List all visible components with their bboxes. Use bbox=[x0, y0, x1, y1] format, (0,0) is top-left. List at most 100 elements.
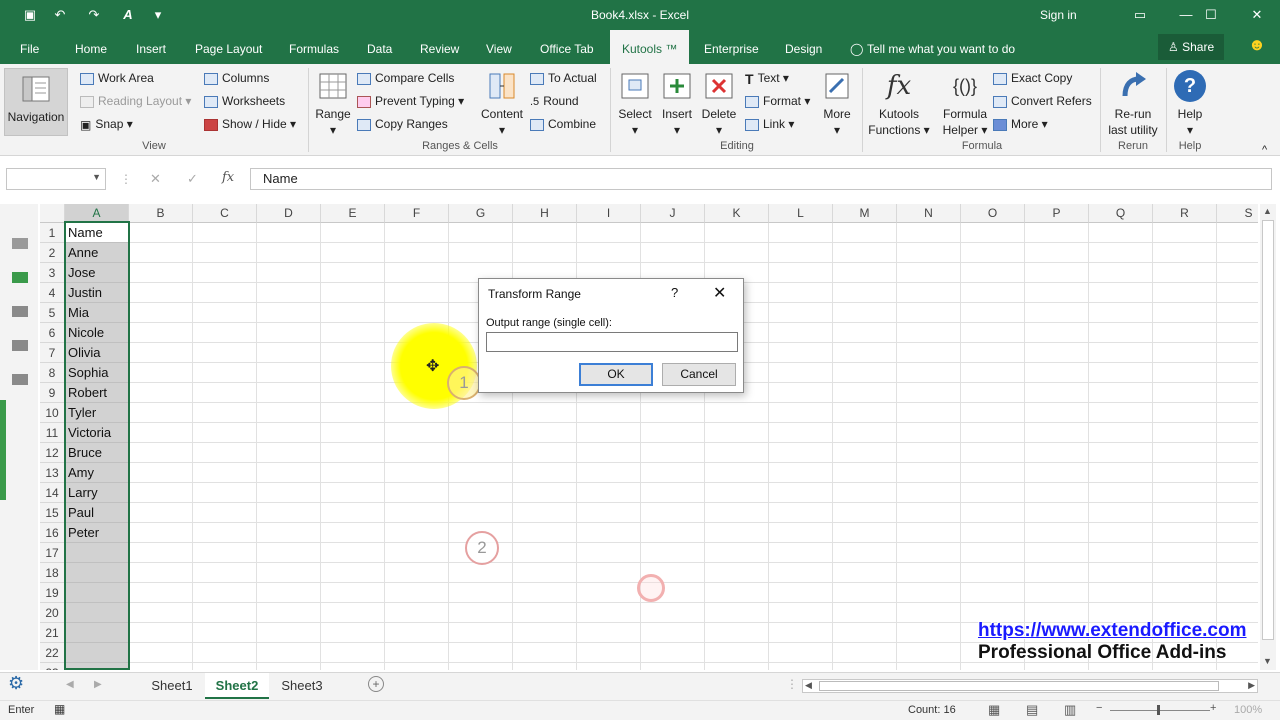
confirm-entry-icon[interactable]: ✓ bbox=[187, 171, 198, 187]
text-button[interactable]: T Text ▾ bbox=[745, 70, 789, 87]
column-header-m[interactable]: M bbox=[833, 204, 897, 223]
share-button[interactable]: ♙ Share bbox=[1158, 34, 1225, 60]
row-header[interactable]: 21 bbox=[40, 623, 65, 643]
restore-button[interactable]: ☐ bbox=[1188, 0, 1234, 30]
zoom-out-icon[interactable]: − bbox=[1096, 702, 1102, 714]
rerun-button[interactable]: Re-run last utility bbox=[1104, 70, 1162, 138]
tab-page-layout[interactable]: Page Layout bbox=[195, 30, 262, 64]
ok-button[interactable]: OK bbox=[579, 363, 653, 386]
page-break-view-icon[interactable]: ▥ bbox=[1064, 702, 1076, 718]
column-header-q[interactable]: Q bbox=[1089, 204, 1153, 223]
column-header-r[interactable]: R bbox=[1153, 204, 1217, 223]
ribbon-display-icon[interactable]: ▭ bbox=[1117, 0, 1163, 30]
cell-a4[interactable]: Justin bbox=[65, 283, 129, 303]
sheet-tab-sheet1[interactable]: Sheet1 bbox=[142, 673, 202, 699]
sign-in-link[interactable]: Sign in bbox=[1040, 0, 1077, 30]
tab-enterprise[interactable]: Enterprise bbox=[704, 30, 759, 64]
column-header-g[interactable]: G bbox=[449, 204, 513, 223]
row-header[interactable]: 9 bbox=[40, 383, 65, 403]
columns-button[interactable]: Columns bbox=[204, 70, 269, 86]
tab-data[interactable]: Data bbox=[367, 30, 392, 64]
round-button[interactable]: .5 Round bbox=[530, 93, 579, 110]
row-header[interactable]: 1 bbox=[40, 223, 65, 243]
side-pane-toggle[interactable] bbox=[0, 400, 6, 500]
link-button[interactable]: Link ▾ bbox=[745, 116, 794, 132]
tab-home[interactable]: Home bbox=[75, 30, 107, 64]
cell-a6[interactable]: Nicole bbox=[65, 323, 129, 343]
select-button[interactable]: Select ▾ bbox=[616, 70, 654, 138]
macro-record-icon[interactable]: ▦ bbox=[54, 702, 65, 716]
column-header-p[interactable]: P bbox=[1025, 204, 1089, 223]
exact-copy-button[interactable]: Exact Copy bbox=[993, 70, 1072, 86]
row-header[interactable]: 11 bbox=[40, 423, 65, 443]
tab-formulas[interactable]: Formulas bbox=[289, 30, 339, 64]
cell-a18[interactable] bbox=[65, 563, 129, 583]
format-button[interactable]: Format ▾ bbox=[745, 93, 810, 109]
zoom-slider[interactable] bbox=[1110, 710, 1210, 711]
column-header-o[interactable]: O bbox=[961, 204, 1025, 223]
range-button[interactable]: Range ▾ bbox=[314, 70, 352, 138]
zoom-in-icon[interactable]: + bbox=[1210, 702, 1216, 714]
row-header[interactable]: 5 bbox=[40, 303, 65, 323]
cell-a20[interactable] bbox=[65, 603, 129, 623]
worksheet-pane-icon[interactable] bbox=[12, 272, 28, 283]
vertical-scrollbar[interactable]: ▲ ▼ bbox=[1260, 204, 1276, 670]
row-header[interactable]: 20 bbox=[40, 603, 65, 623]
cell-a21[interactable] bbox=[65, 623, 129, 643]
smiley-icon[interactable]: ☻ bbox=[1248, 34, 1266, 58]
new-sheet-icon[interactable]: + bbox=[368, 676, 384, 692]
dialog-help-icon[interactable]: ? bbox=[671, 285, 678, 300]
tab-office-tab[interactable]: Office Tab bbox=[540, 30, 594, 64]
row-header[interactable]: 6 bbox=[40, 323, 65, 343]
row-header[interactable]: 13 bbox=[40, 463, 65, 483]
row-header[interactable]: 15 bbox=[40, 503, 65, 523]
cell-a16[interactable]: Peter bbox=[65, 523, 129, 543]
row-header[interactable]: 16 bbox=[40, 523, 65, 543]
scroll-up-icon[interactable]: ▲ bbox=[1263, 206, 1272, 216]
column-header-e[interactable]: E bbox=[321, 204, 385, 223]
row-header[interactable]: 2 bbox=[40, 243, 65, 263]
cell-a3[interactable]: Jose bbox=[65, 263, 129, 283]
column-header-h[interactable]: H bbox=[513, 204, 577, 223]
row-header[interactable]: 22 bbox=[40, 643, 65, 663]
scroll-right-icon[interactable]: ▶ bbox=[1248, 680, 1255, 691]
row-header[interactable]: 17 bbox=[40, 543, 65, 563]
horizontal-scroll-thumb[interactable] bbox=[819, 681, 1219, 691]
kutools-functions-button[interactable]: fx Kutools Functions ▾ bbox=[866, 70, 932, 138]
worksheets-button[interactable]: Worksheets bbox=[204, 93, 285, 109]
cell-a11[interactable]: Victoria bbox=[65, 423, 129, 443]
cell-a14[interactable]: Larry bbox=[65, 483, 129, 503]
cell-a15[interactable]: Paul bbox=[65, 503, 129, 523]
tab-kutools[interactable]: Kutools ™ bbox=[610, 30, 690, 64]
name-box-dropdown-icon[interactable]: ▼ bbox=[92, 172, 101, 182]
sheet-tab-sheet3[interactable]: Sheet3 bbox=[272, 673, 332, 699]
row-header[interactable]: 12 bbox=[40, 443, 65, 463]
column-header-b[interactable]: B bbox=[129, 204, 193, 223]
normal-view-icon[interactable]: ▦ bbox=[988, 702, 1000, 718]
scroll-sheets-left-icon[interactable]: ◀ bbox=[66, 679, 74, 690]
settings-gear-icon[interactable]: ⚙ bbox=[8, 673, 24, 694]
compare-cells-button[interactable]: Compare Cells bbox=[357, 70, 454, 86]
insert-function-icon[interactable]: fx bbox=[222, 170, 234, 185]
row-header[interactable]: 8 bbox=[40, 363, 65, 383]
dialog-close-icon[interactable]: ✕ bbox=[713, 283, 726, 303]
vertical-scroll-thumb[interactable] bbox=[1262, 220, 1274, 640]
tab-view[interactable]: View bbox=[486, 30, 512, 64]
collapse-ribbon-icon[interactable]: ^ bbox=[1262, 142, 1267, 158]
zoom-slider-thumb[interactable] bbox=[1157, 705, 1160, 715]
column-header-j[interactable]: J bbox=[641, 204, 705, 223]
horizontal-scrollbar[interactable]: ◀ ▶ bbox=[802, 679, 1258, 693]
row-header[interactable]: 7 bbox=[40, 343, 65, 363]
tab-insert[interactable]: Insert bbox=[136, 30, 166, 64]
row-header[interactable]: 10 bbox=[40, 403, 65, 423]
help-button[interactable]: ? Help ▾ bbox=[1170, 70, 1210, 138]
tab-review[interactable]: Review bbox=[420, 30, 459, 64]
show-hide-button[interactable]: Show / Hide ▾ bbox=[204, 116, 296, 132]
cell-a22[interactable] bbox=[65, 643, 129, 663]
zoom-level[interactable]: 100% bbox=[1234, 704, 1262, 716]
content-button[interactable]: Content ▾ bbox=[478, 70, 526, 138]
cancel-button[interactable]: Cancel bbox=[662, 363, 736, 386]
column-header-l[interactable]: L bbox=[769, 204, 833, 223]
cell-a19[interactable] bbox=[65, 583, 129, 603]
cell-a23[interactable] bbox=[65, 663, 129, 670]
